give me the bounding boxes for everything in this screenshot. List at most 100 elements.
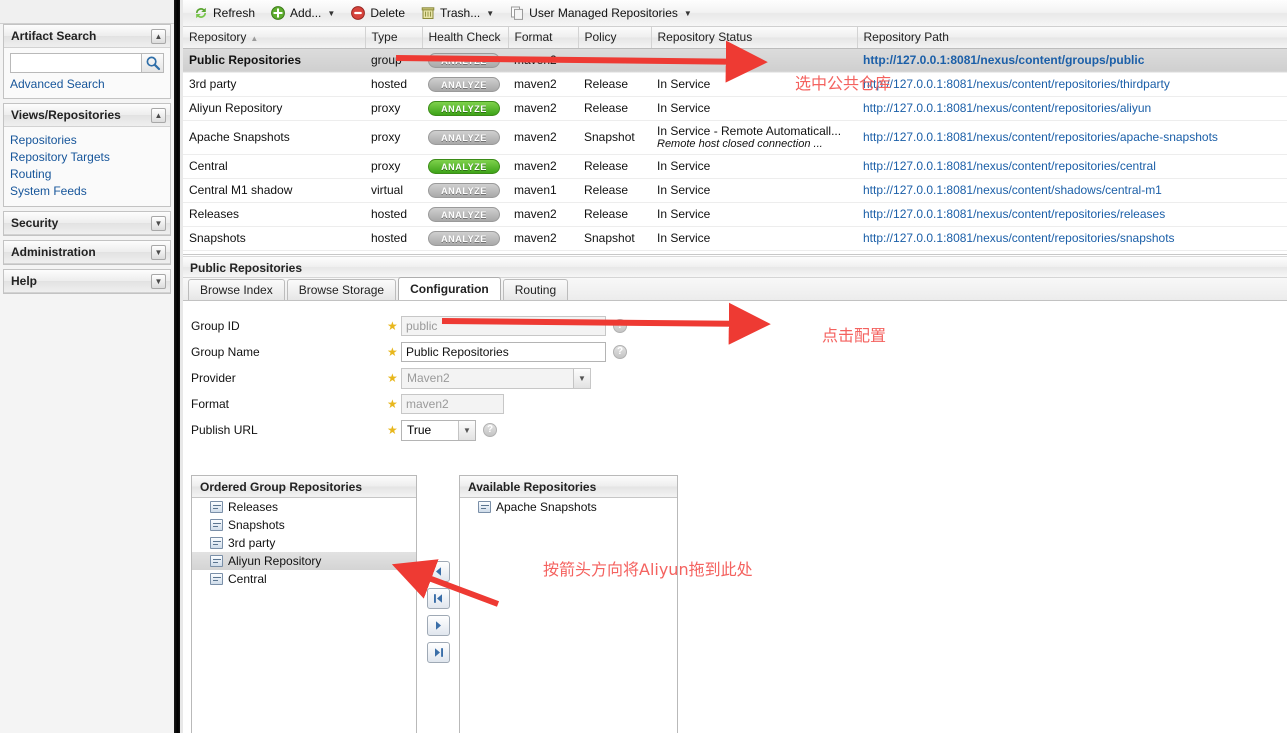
tab-configuration[interactable]: Configuration (398, 277, 501, 300)
list-item[interactable]: 3rd party (192, 534, 416, 552)
list-item[interactable]: Central (192, 570, 416, 588)
list-item[interactable]: Snapshots (192, 516, 416, 534)
cell-path[interactable]: http://127.0.0.1:8081/nexus/content/repo… (857, 226, 1287, 250)
search-icon[interactable] (142, 53, 164, 73)
cell-health-check[interactable]: ANALYZE (422, 226, 508, 250)
delete-button[interactable]: Delete (343, 2, 412, 24)
table-row[interactable]: 3rd party hosted ANALYZE maven2 Release … (183, 72, 1287, 96)
user-managed-repositories-button[interactable]: User Managed Repositories ▼ (502, 2, 699, 24)
sidebar-item-repositories[interactable]: Repositories (10, 132, 164, 149)
collapse-icon[interactable]: ▲ (151, 108, 166, 123)
tab-browse-index[interactable]: Browse Index (188, 279, 285, 300)
repository-path-link[interactable]: http://127.0.0.1:8081/nexus/content/grou… (863, 53, 1144, 67)
cell-health-check[interactable]: ANALYZE (422, 202, 508, 226)
cell-health-check[interactable]: ANALYZE (422, 178, 508, 202)
cell-path[interactable]: http://127.0.0.1:8081/nexus/content/repo… (857, 202, 1287, 226)
search-input[interactable] (10, 53, 142, 73)
repository-path-link[interactable]: http://127.0.0.1:8081/nexus/content/repo… (863, 130, 1218, 144)
ordered-group-list[interactable]: Releases Snapshots 3rd party Aliyun (192, 498, 416, 733)
expand-icon[interactable]: ▼ (151, 216, 166, 231)
table-row[interactable]: Public Repositories group ANALYZE maven2… (183, 48, 1287, 72)
move-all-right-icon[interactable] (427, 642, 450, 663)
move-right-icon[interactable] (427, 615, 450, 636)
cell-status: In Service (651, 226, 857, 250)
tab-routing[interactable]: Routing (503, 279, 568, 300)
tab-browse-storage[interactable]: Browse Storage (287, 279, 396, 300)
cell-path[interactable]: http://127.0.0.1:8081/nexus/content/repo… (857, 72, 1287, 96)
add-button[interactable]: Add... ▼ (263, 2, 342, 24)
expand-icon[interactable]: ▼ (151, 245, 166, 260)
cell-path[interactable]: http://127.0.0.1:8081/nexus/content/repo… (857, 120, 1287, 154)
sidebar-item-repository-targets[interactable]: Repository Targets (10, 149, 164, 166)
help-icon[interactable]: ? (613, 345, 627, 359)
available-repositories-list[interactable]: Apache Snapshots (460, 498, 677, 733)
panel-header-views-repositories[interactable]: Views/Repositories ▲ (4, 104, 170, 127)
table-row[interactable]: Central proxy ANALYZE maven2 Release In … (183, 154, 1287, 178)
sidebar-splitter[interactable] (174, 0, 183, 733)
table-row[interactable]: Apache Snapshots proxy ANALYZE maven2 Sn… (183, 120, 1287, 154)
column-header-health-check[interactable]: Health Check (422, 27, 508, 48)
column-header-repository-path[interactable]: Repository Path (857, 27, 1287, 48)
table-row[interactable]: Releases hosted ANALYZE maven2 Release I… (183, 202, 1287, 226)
column-header-repository-status[interactable]: Repository Status (651, 27, 857, 48)
help-icon[interactable]: ? (613, 319, 627, 333)
format-input[interactable] (401, 394, 504, 414)
repository-path-link[interactable]: http://127.0.0.1:8081/nexus/content/repo… (863, 159, 1156, 173)
repository-path-link[interactable]: http://127.0.0.1:8081/nexus/content/repo… (863, 231, 1175, 245)
publish-url-select[interactable]: True ▼ (401, 420, 476, 441)
cell-path[interactable]: http://127.0.0.1:8081/nexus/content/grou… (857, 48, 1287, 72)
analyze-badge[interactable]: ANALYZE (428, 77, 500, 92)
analyze-badge[interactable]: ANALYZE (428, 183, 500, 198)
sidebar-item-routing[interactable]: Routing (10, 166, 164, 183)
analyze-badge[interactable]: ANALYZE (428, 231, 500, 246)
group-name-input[interactable] (401, 342, 606, 362)
panel-header-help[interactable]: Help ▼ (4, 270, 170, 293)
help-icon[interactable]: ? (483, 423, 497, 437)
analyze-badge[interactable]: ANALYZE (428, 130, 500, 145)
add-label: Add... (290, 6, 321, 20)
analyze-badge[interactable]: ANALYZE (428, 101, 500, 116)
move-left-icon[interactable] (427, 561, 450, 582)
group-id-input[interactable] (401, 316, 606, 336)
panel-header-artifact-search[interactable]: Artifact Search ▲ (4, 25, 170, 48)
column-header-format[interactable]: Format (508, 27, 578, 48)
column-header-repository[interactable]: Repository▲ (183, 27, 365, 48)
list-item[interactable]: Aliyun Repository (192, 552, 416, 570)
analyze-badge[interactable]: ANALYZE (428, 207, 500, 222)
chevron-down-icon[interactable]: ▼ (573, 369, 590, 388)
repository-path-link[interactable]: http://127.0.0.1:8081/nexus/content/shad… (863, 183, 1162, 197)
cell-health-check[interactable]: ANALYZE (422, 48, 508, 72)
main-content: Refresh Add... ▼ Delete (183, 0, 1287, 733)
chevron-down-icon[interactable]: ▼ (458, 421, 475, 440)
expand-icon[interactable]: ▼ (151, 274, 166, 289)
cell-path[interactable]: http://127.0.0.1:8081/nexus/content/repo… (857, 96, 1287, 120)
move-all-left-icon[interactable] (427, 588, 450, 609)
repository-path-link[interactable]: http://127.0.0.1:8081/nexus/content/repo… (863, 101, 1151, 115)
cell-path[interactable]: http://127.0.0.1:8081/nexus/content/shad… (857, 178, 1287, 202)
table-row[interactable]: Central M1 shadow virtual ANALYZE maven1… (183, 178, 1287, 202)
collapse-icon[interactable]: ▲ (151, 29, 166, 44)
table-row[interactable]: Snapshots hosted ANALYZE maven2 Snapshot… (183, 226, 1287, 250)
cell-type: virtual (365, 178, 422, 202)
cell-path[interactable]: http://127.0.0.1:8081/nexus/content/repo… (857, 154, 1287, 178)
analyze-badge[interactable]: ANALYZE (428, 159, 500, 174)
list-item[interactable]: Apache Snapshots (460, 498, 677, 516)
analyze-badge[interactable]: ANALYZE (428, 53, 500, 68)
advanced-search-link[interactable]: Advanced Search (10, 77, 164, 92)
panel-header-administration[interactable]: Administration ▼ (4, 241, 170, 264)
repository-path-link[interactable]: http://127.0.0.1:8081/nexus/content/repo… (863, 207, 1165, 221)
trash-button[interactable]: Trash... ▼ (413, 2, 501, 24)
column-header-policy[interactable]: Policy (578, 27, 651, 48)
refresh-button[interactable]: Refresh (186, 2, 262, 24)
cell-health-check[interactable]: ANALYZE (422, 120, 508, 154)
provider-select[interactable]: Maven2 ▼ (401, 368, 591, 389)
list-item[interactable]: Releases (192, 498, 416, 516)
panel-header-security[interactable]: Security ▼ (4, 212, 170, 235)
cell-health-check[interactable]: ANALYZE (422, 96, 508, 120)
column-header-type[interactable]: Type (365, 27, 422, 48)
cell-health-check[interactable]: ANALYZE (422, 72, 508, 96)
cell-health-check[interactable]: ANALYZE (422, 154, 508, 178)
sidebar-item-system-feeds[interactable]: System Feeds (10, 183, 164, 200)
table-row[interactable]: Aliyun Repository proxy ANALYZE maven2 R… (183, 96, 1287, 120)
repository-path-link[interactable]: http://127.0.0.1:8081/nexus/content/repo… (863, 77, 1170, 91)
